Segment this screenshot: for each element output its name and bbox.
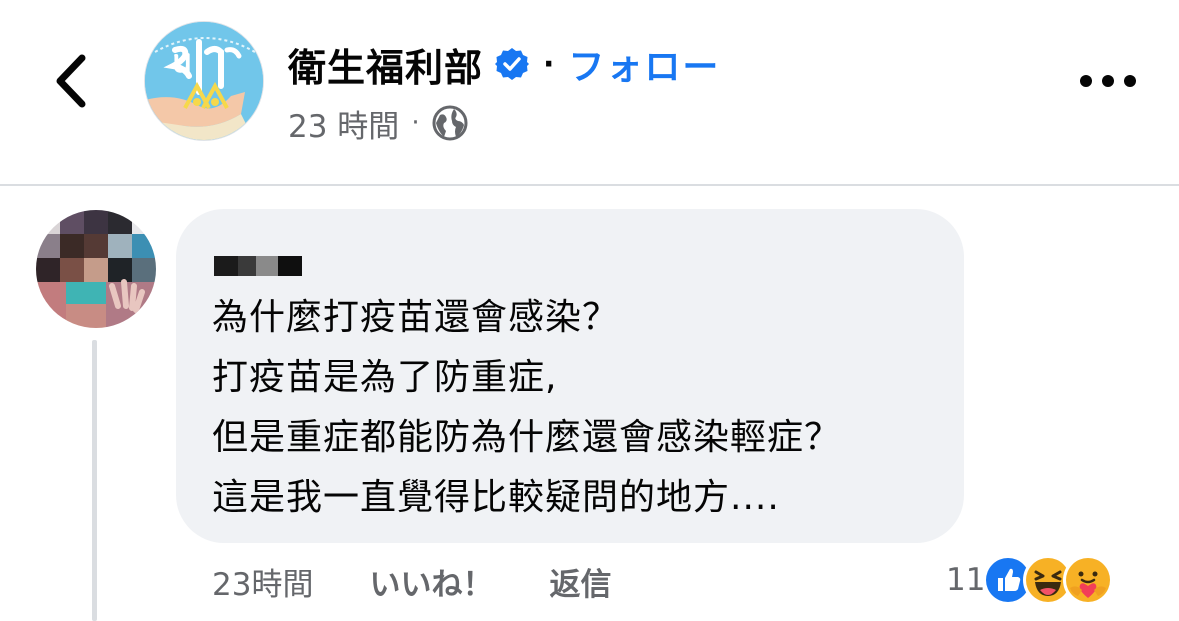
care-icon (1063, 555, 1114, 605)
comment-text: 為什麼打疫苗還會感染？ 打疫苗是為了防重症, 但是重症都能防為什麼還會感染輕症？… (212, 288, 952, 528)
mosaic-block (214, 256, 238, 276)
chevron-left-icon (56, 54, 86, 108)
like-button[interactable]: いいね！ (369, 559, 493, 604)
comment-line: 打疫苗是為了防重症, (212, 357, 558, 398)
post-header: ᥙ 衛生福利部 · フォロー 23 時間 · (0, 0, 1179, 186)
reaction-count: 11 (946, 562, 986, 598)
reaction-summary[interactable]: 11 (946, 554, 1114, 606)
post-meta: 23 時間 · (288, 100, 468, 146)
verified-badge-icon (495, 47, 530, 81)
back-button[interactable] (48, 52, 92, 110)
more-dot (1102, 75, 1114, 87)
more-dot (1080, 75, 1092, 87)
comment-timestamp[interactable]: 23時間 (212, 559, 313, 604)
commenter-name-redacted[interactable] (214, 256, 302, 276)
comment-line: 但是重症都能防為什麼還會感染輕症？ (212, 417, 842, 458)
mosaic-block (238, 256, 256, 276)
globe-icon (432, 105, 468, 141)
meta-separator: · (411, 108, 420, 138)
page-name-row: 衛生福利部 · フォロー (288, 38, 720, 90)
commenter-avatar[interactable] (36, 210, 156, 328)
mosaic-block (278, 256, 302, 276)
comment-line: 為什麼打疫苗還會感染？ (212, 297, 620, 338)
comment-actions: 23時間 いいね！ 返信 (212, 558, 611, 604)
ministry-logo: ᥙ (145, 22, 263, 140)
name-separator: · (543, 46, 555, 82)
thread-line (92, 340, 97, 621)
mosaic-block (256, 256, 278, 276)
follow-button[interactable]: フォロー (568, 38, 720, 90)
reply-button[interactable]: 返信 (549, 559, 611, 604)
page-name[interactable]: 衛生福利部 (288, 37, 483, 92)
post-timestamp[interactable]: 23 時間 (288, 101, 399, 146)
page-avatar[interactable]: ᥙ (144, 21, 264, 141)
comment-line: 這是我一直覺得比較疑問的地方.... (212, 477, 780, 518)
pixelated-avatar-image (36, 210, 156, 328)
more-dot (1124, 75, 1136, 87)
header-divider (0, 184, 1179, 186)
more-options-button[interactable] (1080, 64, 1136, 98)
